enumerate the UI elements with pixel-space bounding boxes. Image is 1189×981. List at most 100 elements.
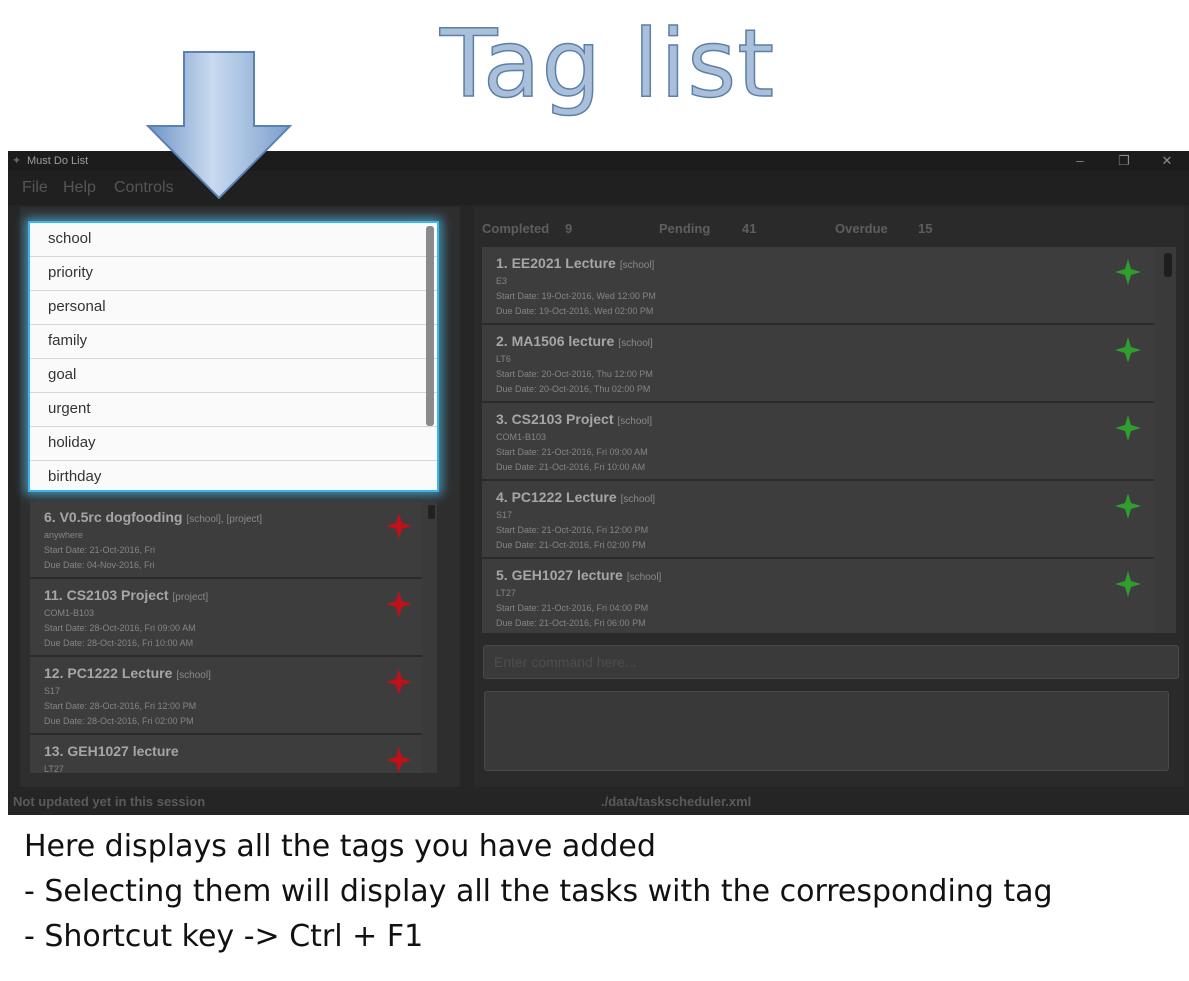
task-due-date: Due Date: 19-Oct-2016, Wed 02:00 PM (496, 306, 654, 316)
green-star-icon (1115, 493, 1141, 519)
task-venue: COM1-B103 (496, 432, 547, 442)
task-venue: S17 (496, 510, 513, 520)
task-tags: [school] (619, 260, 655, 271)
result-display (484, 691, 1169, 771)
task-card[interactable]: 1. EE2021 Lecture [school] E3 Start Date:… (482, 247, 1154, 325)
task-start-date: Start Date: 28-Oct-2016, Fri 12:00 PM (44, 701, 197, 711)
task-card[interactable]: 4. PC1222 Lecture [school] S17 Start Date… (482, 481, 1154, 559)
down-arrow-icon (146, 51, 292, 200)
overdue-label: Overdue (835, 221, 888, 236)
tag-item-urgent[interactable]: urgent (30, 393, 437, 427)
red-star-icon (386, 591, 412, 617)
tag-item-goal[interactable]: goal (30, 359, 437, 393)
task-due-date: Due Date: 21-Oct-2016, Fri 06:00 PM (496, 618, 646, 628)
close-button[interactable]: ✕ (1147, 151, 1187, 171)
task-venue: LT27 (496, 588, 516, 598)
task-start-date: Start Date: 21-Oct-2016, Fri 04:00 PM (496, 603, 649, 613)
task-venue: LT6 (496, 354, 511, 364)
task-card[interactable]: 3. CS2103 Project [school] COM1-B103 Star… (482, 403, 1154, 481)
task-name: 2. MA1506 lecture (496, 333, 615, 349)
filtered-task-card[interactable]: 13. GEH1027 lecture LT27 (30, 735, 422, 773)
task-venue: LT27 (44, 764, 64, 773)
window-title: Must Do List (27, 155, 89, 167)
tag-list: school priority personal family goal urg… (28, 221, 439, 492)
red-star-icon (386, 669, 412, 695)
save-location: ./data/taskscheduler.xml (601, 794, 752, 809)
task-start-date: Start Date: 21-Oct-2016, Fri (44, 545, 156, 555)
note-line: Here displays all the tags you have adde… (24, 829, 656, 864)
red-star-icon (386, 513, 412, 539)
task-venue: anywhere (44, 530, 84, 540)
tag-item-personal[interactable]: personal (30, 291, 437, 325)
tag-label: school (48, 230, 92, 247)
app-icon: ✦ (12, 155, 22, 167)
task-name: 13. GEH1027 lecture (44, 743, 179, 759)
green-star-icon (1115, 259, 1141, 285)
tag-list-scrollbar[interactable] (426, 226, 434, 426)
menu-help[interactable]: Help (63, 179, 96, 197)
task-list: 1. EE2021 Lecture [school] E3 Start Date:… (482, 247, 1176, 633)
filtered-task-card[interactable]: 6. V0.5rc dogfooding [school], [project] … (30, 501, 422, 579)
task-name: 6. V0.5rc dogfooding (44, 509, 183, 525)
task-name: 1. EE2021 Lecture (496, 255, 616, 271)
green-star-icon (1115, 337, 1141, 363)
task-due-date: Due Date: 20-Oct-2016, Thu 02:00 PM (496, 384, 651, 394)
task-tags: [school], [project] (186, 514, 263, 525)
task-tags: [school] (617, 416, 652, 427)
tag-label: urgent (48, 400, 91, 417)
task-due-date: Due Date: 21-Oct-2016, Fri 10:00 AM (496, 462, 646, 472)
filtered-list-scrollbar[interactable] (428, 505, 435, 519)
task-tags: [school] (620, 494, 656, 505)
overdue-count: 15 (918, 221, 933, 236)
task-name: 3. CS2103 Project (496, 411, 614, 427)
task-card[interactable]: 2. MA1506 lecture [school] LT6 Start Date… (482, 325, 1154, 403)
completed-count: 9 (565, 221, 573, 236)
task-tags: [school] (618, 338, 653, 349)
task-tags: [school] (176, 670, 211, 681)
tag-label: family (48, 332, 88, 349)
tag-item-birthday[interactable]: birthday (30, 461, 437, 490)
tag-item-school[interactable]: school (30, 223, 437, 257)
task-list-scrollbar[interactable] (1164, 253, 1172, 277)
pending-count: 41 (742, 221, 757, 236)
tag-item-priority[interactable]: priority (30, 257, 437, 291)
task-due-date: Due Date: 28-Oct-2016, Fri 10:00 AM (44, 638, 194, 648)
completed-label: Completed (482, 221, 550, 236)
tag-label: priority (48, 264, 94, 281)
tag-label: holiday (48, 434, 96, 451)
task-due-date: Due Date: 04-Nov-2016, Fri (44, 560, 155, 570)
tag-item-holiday[interactable]: holiday (30, 427, 437, 461)
tag-label: birthday (48, 468, 102, 485)
filtered-task-card[interactable]: 12. PC1222 Lecture [school] S17 Start Dat… (30, 657, 422, 735)
slide-heading: Tag list (439, 10, 776, 119)
tag-item-family[interactable]: family (30, 325, 437, 359)
minimize-button[interactable]: – (1060, 151, 1100, 171)
task-name: 11. CS2103 Project (44, 587, 169, 603)
command-input[interactable]: Enter command here... (483, 645, 1179, 679)
filtered-task-card[interactable]: 11. CS2103 Project [project] COM1-B103 St… (30, 579, 422, 657)
sync-status: Not updated yet in this session (13, 794, 206, 809)
tag-label: goal (48, 366, 77, 383)
app-window: ✦ Must Do List – ❐ ✕ File Help Controls … (8, 151, 1189, 815)
task-start-date: Start Date: 20-Oct-2016, Thu 12:00 PM (496, 369, 653, 379)
task-card[interactable]: 5. GEH1027 lecture [school] LT27 Start Da… (482, 559, 1154, 633)
menu-file[interactable]: File (22, 179, 48, 197)
task-start-date: Start Date: 28-Oct-2016, Fri 09:00 AM (44, 623, 196, 633)
red-star-icon (386, 747, 412, 773)
task-venue: E3 (496, 276, 508, 286)
filtered-task-list: 6. V0.5rc dogfooding [school], [project] … (30, 501, 437, 773)
task-name: 5. GEH1027 lecture (496, 567, 623, 583)
green-star-icon (1115, 415, 1141, 441)
task-start-date: Start Date: 21-Oct-2016, Fri 09:00 AM (496, 447, 648, 457)
pending-label: Pending (659, 221, 711, 236)
task-due-date: Due Date: 21-Oct-2016, Fri 02:00 PM (496, 540, 646, 550)
status-bar: Not updated yet in this session ./data/t… (8, 791, 1189, 815)
task-venue: COM1-B103 (44, 608, 95, 618)
task-start-date: Start Date: 19-Oct-2016, Wed 12:00 PM (496, 291, 656, 301)
slide-notes: Here displays all the tags you have adde… (24, 826, 1053, 961)
restore-button[interactable]: ❐ (1104, 151, 1144, 171)
task-name: 4. PC1222 Lecture (496, 489, 617, 505)
task-due-date: Due Date: 28-Oct-2016, Fri 02:00 PM (44, 716, 194, 726)
task-name: 12. PC1222 Lecture (44, 665, 173, 681)
task-start-date: Start Date: 21-Oct-2016, Fri 12:00 PM (496, 525, 649, 535)
